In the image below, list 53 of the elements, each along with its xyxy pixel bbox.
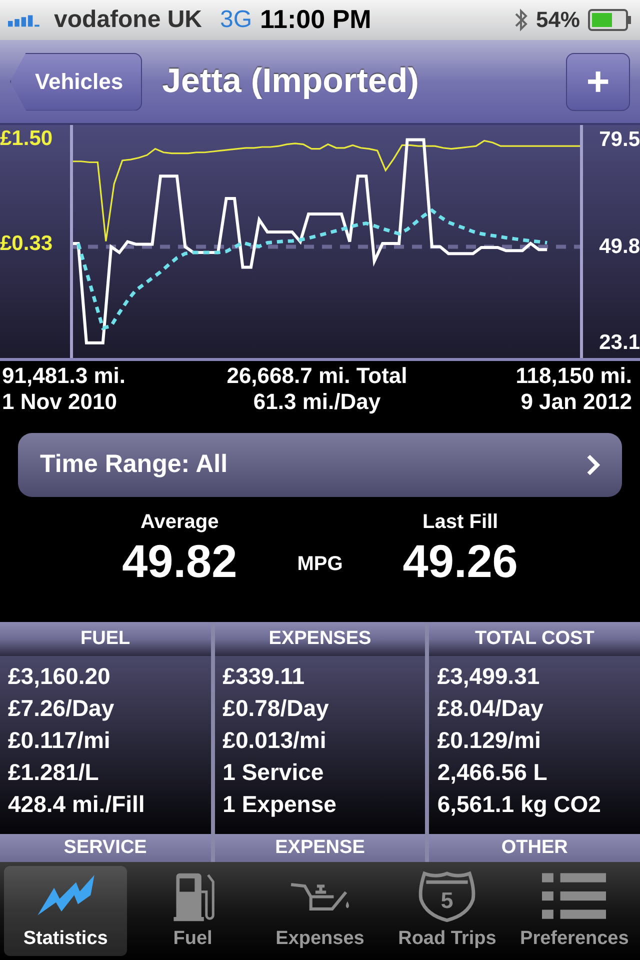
stat-value: 428.4 mi./Fill: [8, 790, 146, 820]
end-date: 9 Jan 2012: [520, 389, 632, 416]
tab[interactable]: Fuel: [131, 866, 254, 956]
stat-value: £1.281/L: [8, 758, 100, 788]
stat-value: £3,160.20: [8, 662, 112, 692]
mpg-axis-label: 49.8: [599, 235, 640, 260]
column-header: EXPENSES: [214, 622, 426, 656]
clock: 11:00 PM: [260, 4, 372, 36]
time-range-button[interactable]: Time Range: All: [18, 432, 622, 497]
last-fill-label: Last Fill: [422, 510, 498, 534]
price-axis-label: £0.33: [0, 232, 53, 256]
stat-value: £3,499.31: [437, 662, 541, 692]
stat-value: £0.013/mi: [222, 726, 328, 756]
end-odometer: 118,150 mi.: [514, 363, 632, 390]
price-axis-label: £1.50: [0, 127, 53, 152]
battery-percent: 54%: [536, 6, 580, 33]
tab[interactable]: Statistics: [4, 866, 128, 956]
add-button[interactable]: +: [566, 52, 630, 111]
column-header: TOTAL COST: [429, 622, 640, 656]
stat-value: £7.26/Day: [8, 694, 116, 724]
average-value: 49.82: [122, 534, 238, 588]
stat-value: 2,466.56 L: [437, 758, 548, 788]
stat-value: 1 Service: [222, 758, 325, 788]
network-type: 3G: [220, 6, 252, 34]
tab[interactable]: 5 Road Trips: [386, 866, 509, 956]
bluetooth-icon: [514, 6, 528, 33]
battery-icon: [588, 8, 632, 31]
last-fill-value: 49.26: [402, 534, 518, 588]
mpg-axis-label: 23.1: [599, 331, 640, 356]
column-header: EXPENSE: [214, 834, 426, 862]
total-distance: 26,668.7 mi. Total: [226, 363, 408, 390]
start-odometer: 91,481.3 mi.: [2, 363, 127, 390]
mpg-axis-label: 79.5: [599, 128, 640, 152]
average-label: Average: [140, 510, 219, 534]
tab[interactable]: Expenses: [258, 866, 382, 956]
column-header: OTHER: [429, 834, 640, 862]
stat-value: £339.11: [222, 662, 306, 692]
back-button[interactable]: Vehicles: [10, 52, 142, 111]
stat-value: £8.04/Day: [437, 694, 544, 724]
column-header: SERVICE: [0, 834, 211, 862]
chevron-icon: [586, 454, 600, 476]
stat-value: £0.129/mi: [437, 726, 542, 756]
stat-value: 6,561.1 kg CO2: [437, 790, 602, 820]
start-date: 1 Nov 2010: [2, 389, 118, 416]
tab[interactable]: Preferences: [512, 866, 636, 956]
carrier-name: vodafone UK: [54, 6, 202, 34]
nav-title: Jetta (Imported): [162, 62, 420, 102]
stat-value: 1 Expense: [222, 790, 338, 820]
stat-value: £0.117/mi: [8, 726, 112, 756]
unit-label: MPG: [297, 552, 343, 576]
column-header: FUEL: [0, 622, 211, 656]
distance-per-day: 61.3 mi./Day: [212, 389, 422, 416]
stat-value: £0.78/Day: [222, 694, 330, 724]
